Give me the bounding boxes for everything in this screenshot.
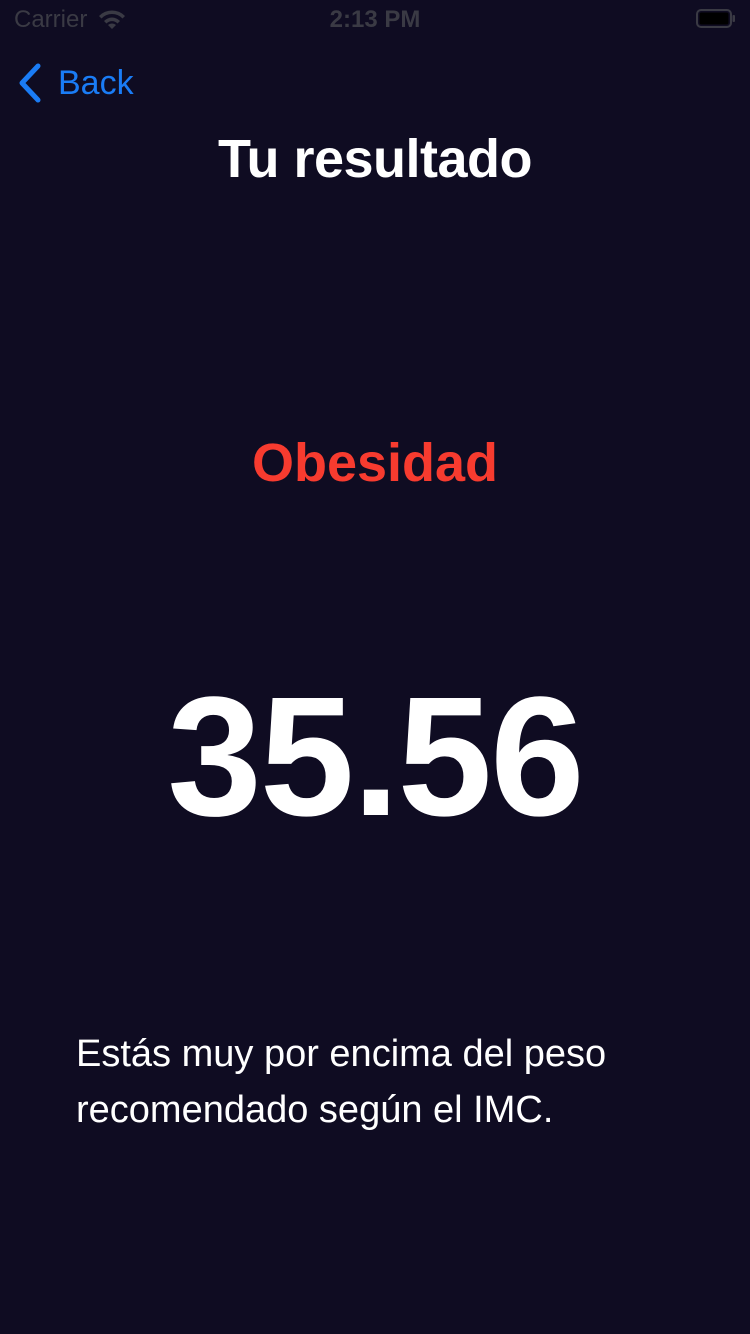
back-button[interactable]: Back <box>16 62 134 104</box>
back-label: Back <box>58 63 134 102</box>
advice-text: Estás muy por encima del peso recomendad… <box>76 1033 607 1131</box>
page-title: Tu resultado <box>217 129 533 189</box>
bmi-value: 35.56 <box>167 662 584 852</box>
result-category: Obesidad <box>251 433 499 493</box>
status-bar: Carrier 2:13 PM <box>0 0 750 40</box>
status-time: 2:13 PM <box>329 6 421 33</box>
chevron-left-icon <box>19 63 41 103</box>
result-screen: Carrier 2:13 PM Back Tu resultado Obesid… <box>0 0 750 1334</box>
battery-icon <box>696 9 735 28</box>
